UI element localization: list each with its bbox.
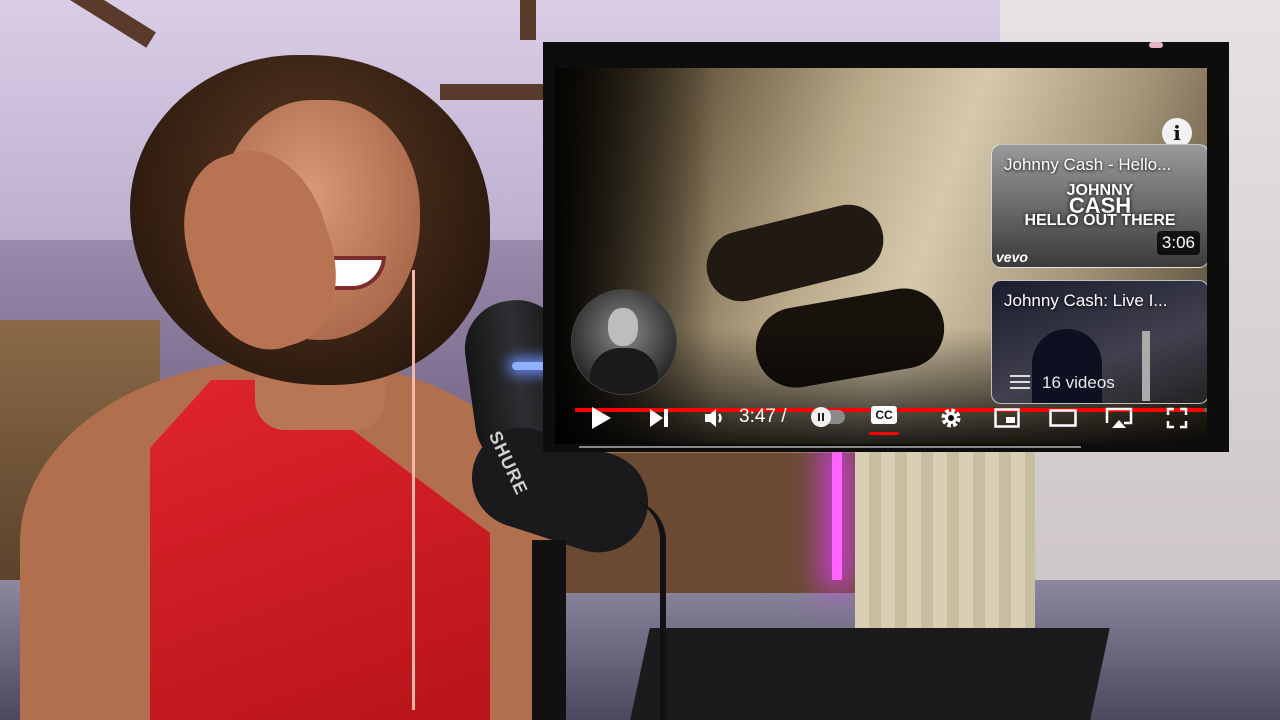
playlist-thumbnail-mic bbox=[1142, 331, 1150, 401]
end-card-artwork: JOHNNY CASH HELLO OUT THERE bbox=[992, 183, 1207, 229]
playlist-count: 16 videos bbox=[1042, 373, 1115, 392]
video-player[interactable]: i Johnny Cash - Hello... JOHNNY CASH HEL… bbox=[543, 42, 1229, 452]
end-card-video[interactable]: Johnny Cash - Hello... JOHNNY CASH HELLO… bbox=[991, 144, 1207, 268]
end-card-playlist[interactable]: Johnny Cash: Live I... 16 videos bbox=[991, 280, 1207, 404]
video-hand bbox=[699, 197, 891, 309]
player-bottom-line bbox=[579, 446, 1081, 448]
player-controls: 3:47 / CC bbox=[555, 392, 1207, 444]
captions-button[interactable]: CC bbox=[871, 406, 897, 424]
end-card-title: Johnny Cash - Hello... bbox=[1004, 155, 1172, 174]
desk bbox=[630, 628, 1110, 720]
video-frame[interactable]: i Johnny Cash - Hello... JOHNNY CASH HEL… bbox=[555, 68, 1207, 444]
duration-badge: 3:06 bbox=[1156, 231, 1200, 255]
next-icon[interactable] bbox=[641, 400, 677, 436]
volume-icon[interactable] bbox=[697, 400, 733, 436]
gear-icon[interactable] bbox=[933, 400, 969, 436]
time-separator: / bbox=[775, 406, 787, 427]
play-icon[interactable] bbox=[583, 400, 619, 436]
fullscreen-icon[interactable] bbox=[1159, 400, 1195, 436]
avatar-body bbox=[590, 348, 658, 394]
autoplay-knob bbox=[811, 407, 831, 427]
miniplayer-icon[interactable] bbox=[989, 400, 1025, 436]
autoplay-toggle[interactable] bbox=[811, 407, 845, 427]
time-display: 3:47 / bbox=[739, 406, 787, 428]
theater-mode-icon[interactable] bbox=[1045, 400, 1081, 436]
mic-stand bbox=[532, 540, 566, 720]
vevo-badge: vevo bbox=[996, 249, 1028, 265]
ceiling-beam bbox=[520, 0, 536, 40]
current-time: 3:47 bbox=[739, 406, 776, 427]
channel-avatar[interactable] bbox=[571, 289, 677, 395]
captions-active-indicator bbox=[869, 432, 899, 435]
curtain bbox=[855, 440, 1035, 660]
mic-cable bbox=[600, 500, 666, 720]
cast-icon[interactable] bbox=[1101, 400, 1137, 436]
artwork-line: HELLO OUT THERE bbox=[1024, 212, 1176, 229]
player-top-glow bbox=[1149, 42, 1163, 48]
end-card-title: Johnny Cash: Live I... bbox=[1004, 291, 1168, 310]
avatar-head bbox=[608, 308, 638, 346]
artwork-line: CASH bbox=[1068, 193, 1132, 218]
playlist-icon bbox=[1010, 375, 1030, 389]
ceiling-beam bbox=[440, 84, 560, 100]
neon-light bbox=[832, 450, 842, 580]
earphone-cable bbox=[412, 270, 415, 710]
